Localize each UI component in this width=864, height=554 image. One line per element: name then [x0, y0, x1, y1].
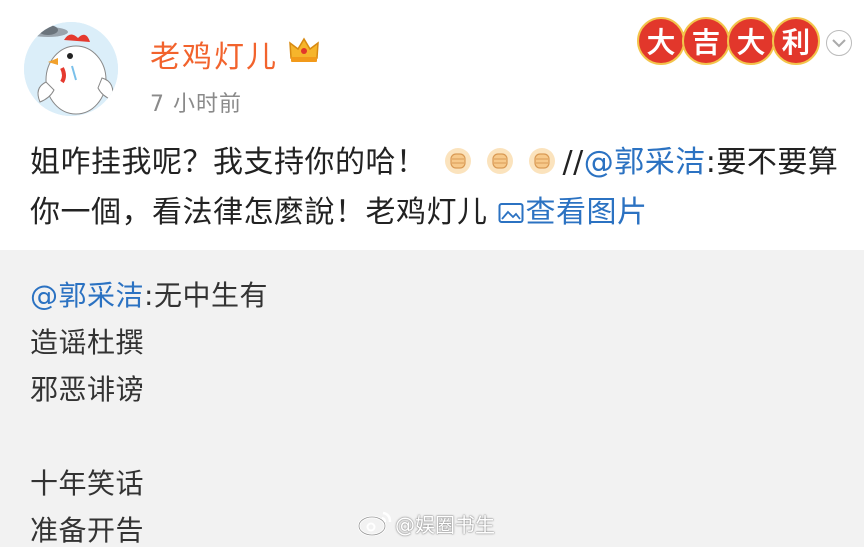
repost-line: 造谣杜撰 [30, 326, 145, 359]
view-picture-label: 查看图片 [525, 195, 648, 230]
repost-line: @郭采洁:无中生有 [30, 272, 268, 319]
post-body: 姐咋挂我呢？我支持你的哈！ //@郭采洁:要不要算你一個，看法律怎麼說！老鸡灯儿… [30, 138, 850, 238]
repost-slashes: // [562, 145, 584, 180]
post-timestamp: 7 小时前 [150, 92, 242, 117]
repost-line: 邪恶诽谤 [30, 373, 145, 406]
view-picture-link[interactable]: 查看图片 [498, 195, 648, 230]
username[interactable]: 老鸡灯儿 [150, 32, 278, 76]
badge-char: 大 [637, 17, 685, 65]
repost-text: @郭采洁:无中生有 造谣杜撰 邪恶诽谤 十年笑话 准备开告 [30, 272, 268, 554]
repost-line [30, 413, 268, 460]
picture-icon [498, 203, 524, 223]
badge-char: 大 [727, 17, 775, 65]
post-menu-button[interactable] [826, 30, 852, 56]
chicken-avatar-icon [24, 22, 118, 116]
watermark: @娱圈书生 [357, 508, 495, 538]
repost-line: 十年笑话 [30, 467, 145, 500]
repost-first-line: :无中生有 [144, 279, 268, 312]
post-text-main: 姐咋挂我呢？我支持你的哈！ [30, 145, 427, 180]
weibo-icon [357, 511, 392, 536]
fist-emoji-icon [486, 148, 513, 174]
chevron-down-icon [832, 39, 846, 48]
watermark-text: @娱圈书生 [395, 512, 495, 537]
reposted-content[interactable]: @郭采洁:无中生有 造谣杜撰 邪恶诽谤 十年笑话 准备开告 [0, 250, 864, 547]
lucky-badge[interactable]: 大 吉 大 利 [637, 17, 820, 67]
post-header: 老鸡灯儿 7 小时前 大 吉 大 利 [0, 0, 864, 125]
mention-link[interactable]: @郭采洁 [584, 145, 706, 180]
fist-emoji-icon [528, 148, 555, 174]
fist-emoji-icon [444, 148, 471, 174]
avatar[interactable] [24, 22, 118, 116]
badge-char: 利 [772, 17, 820, 65]
repost-mention-link[interactable]: @郭采洁 [30, 279, 144, 312]
badge-char: 吉 [682, 17, 730, 65]
crown-icon [289, 37, 319, 62]
